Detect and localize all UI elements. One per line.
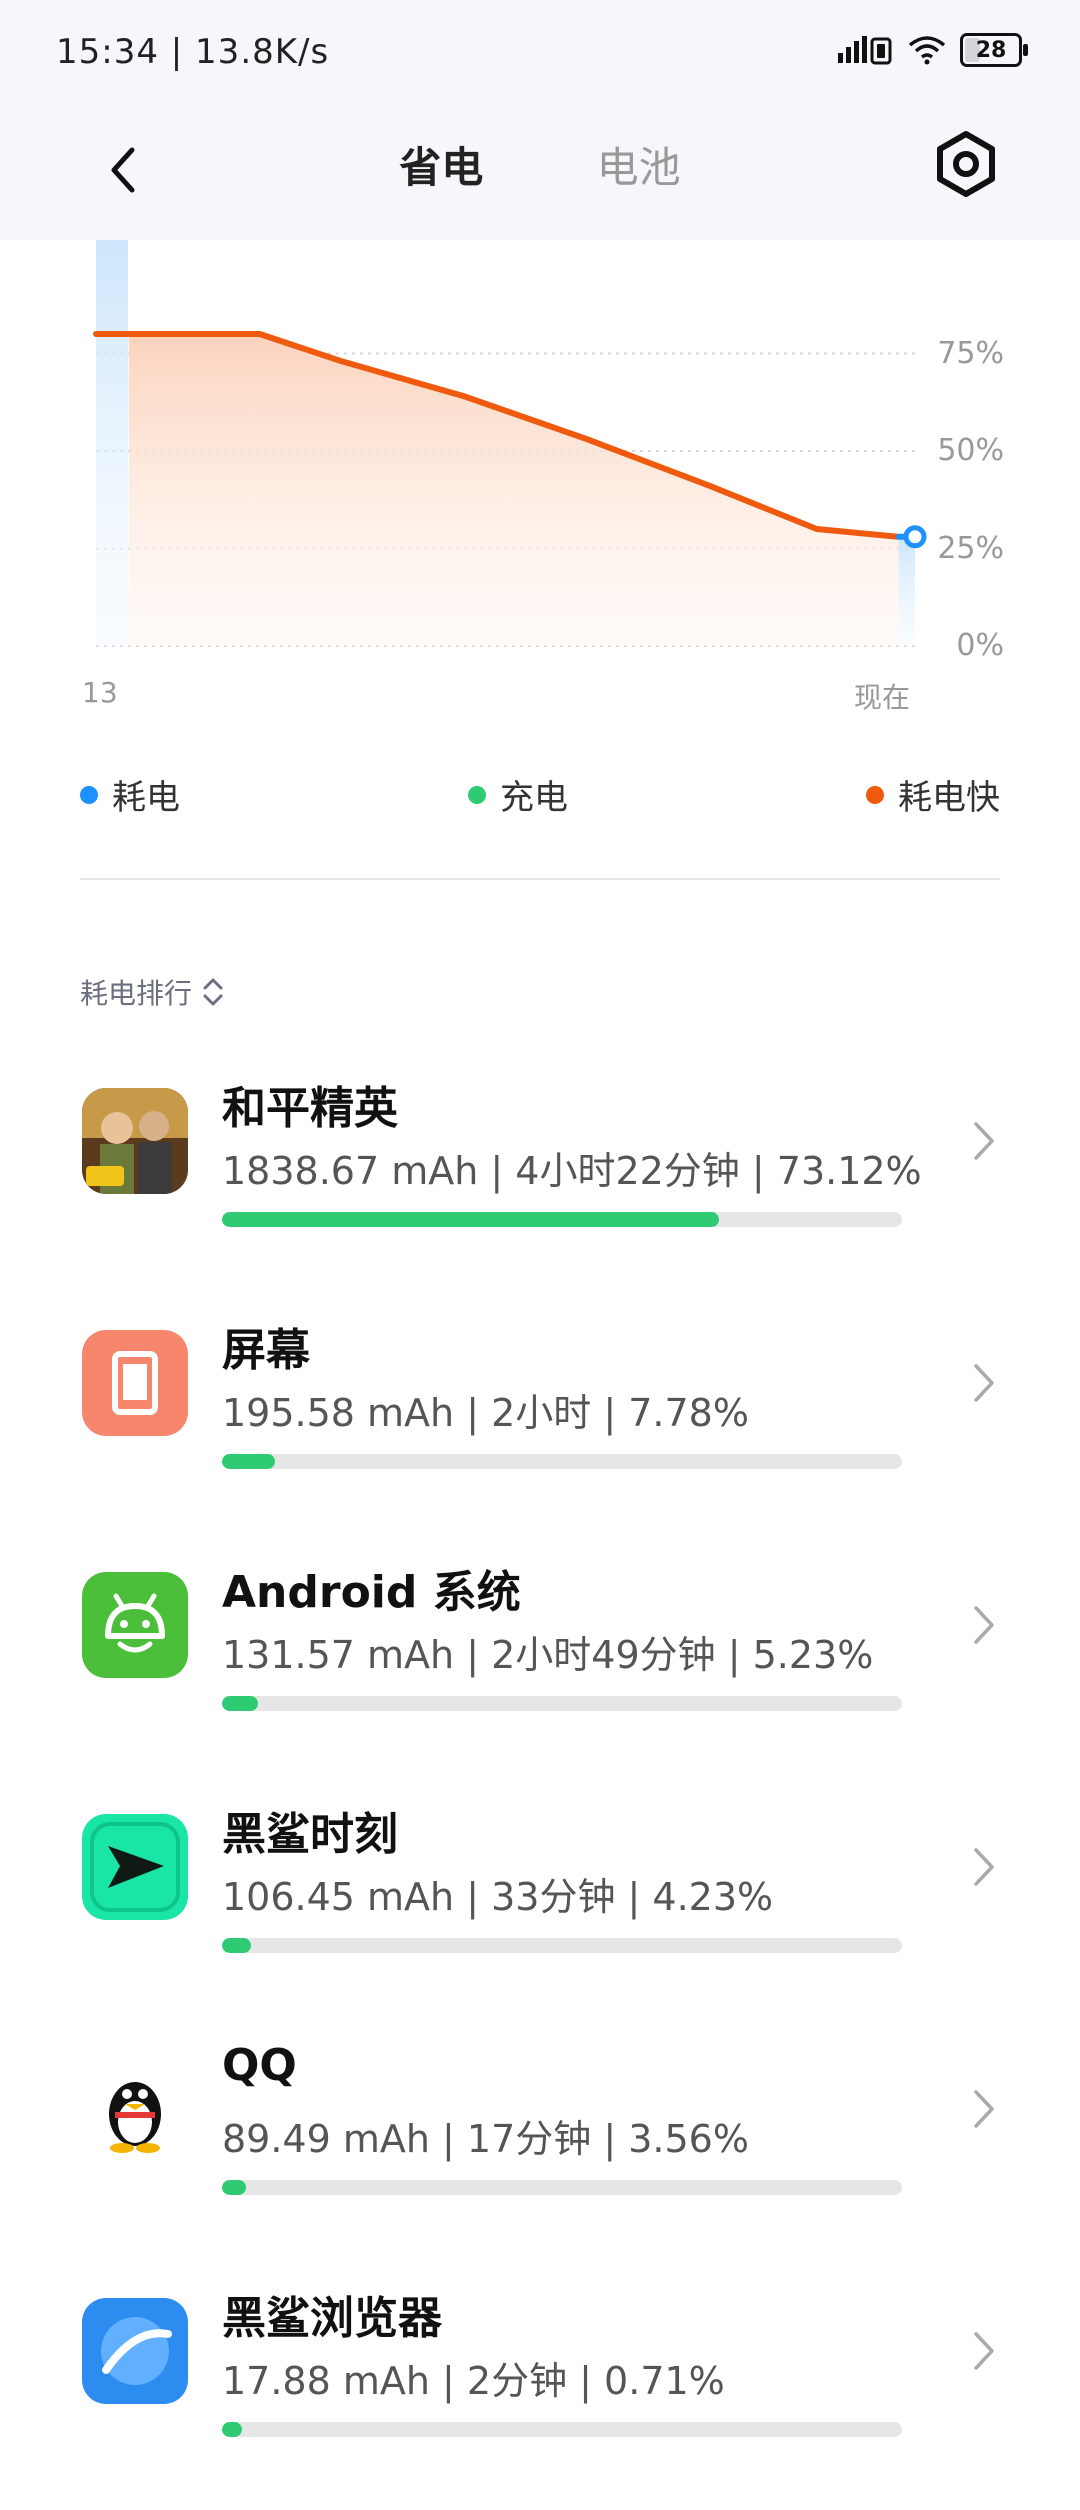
browser-icon bbox=[82, 2298, 188, 2404]
app-name: QQ bbox=[222, 2040, 297, 2091]
app-usage-stats: 89.49 mAh | 17分钟 | 3.56% bbox=[222, 2117, 749, 2161]
legend-item-fast-drain: 耗电快 bbox=[866, 770, 1000, 819]
usage-progress-bar bbox=[222, 1212, 902, 1227]
chart-legend: 耗电 充电 耗电快 bbox=[80, 770, 1000, 820]
status-bar: 15:34 | 13.8K/s 28 bbox=[0, 0, 1080, 100]
app-name: 黑鲨浏览器 bbox=[222, 2293, 442, 2344]
tab-bar: 省电 电池 bbox=[0, 134, 1080, 195]
app-usage-row[interactable]: QQ 89.49 mAh | 17分钟 | 3.56% bbox=[0, 2026, 1080, 2268]
legend-item-drain: 耗电 bbox=[80, 770, 180, 819]
app-usage-stats: 1838.67 mAh | 4小时22分钟 | 73.12% bbox=[222, 1149, 922, 1193]
tab-battery[interactable]: 电池 bbox=[597, 134, 681, 195]
usage-progress-fill bbox=[222, 1212, 720, 1227]
chevron-right-icon bbox=[974, 1848, 994, 1886]
wifi-icon bbox=[908, 36, 946, 65]
app-name: 和平精英 bbox=[222, 1083, 398, 1134]
sort-updown-icon bbox=[203, 978, 223, 1006]
battery-level-chart bbox=[93, 240, 927, 647]
usage-progress-fill bbox=[222, 1696, 258, 1711]
chevron-right-icon bbox=[974, 1122, 994, 1160]
usage-progress-bar bbox=[222, 2180, 902, 2195]
legend-item-charge: 充电 bbox=[468, 770, 568, 819]
app-usage-stats: 195.58 mAh | 2小时 | 7.78% bbox=[222, 1391, 749, 1435]
tab-power-saving[interactable]: 省电 bbox=[399, 134, 483, 195]
legend-label: 充电 bbox=[500, 778, 568, 818]
settings-gear-icon[interactable] bbox=[930, 128, 1002, 200]
y-tick-label: 0% bbox=[956, 628, 1004, 663]
chevron-right-icon bbox=[974, 1364, 994, 1402]
app-name: Android 系统 bbox=[222, 1567, 521, 1618]
ranking-label: 耗电排行 bbox=[80, 977, 193, 1010]
app-usage-row[interactable]: 黑鲨浏览器 17.88 mAh | 2分钟 | 0.71% bbox=[0, 2268, 1080, 2510]
x-tick-start: 13 bbox=[82, 676, 118, 709]
legend-label: 耗电快 bbox=[898, 778, 1000, 818]
y-tick-label: 75% bbox=[937, 335, 1004, 371]
legend-label: 耗电 bbox=[112, 778, 180, 818]
usage-progress-bar bbox=[222, 1454, 902, 1469]
x-tick-now: 现在 bbox=[854, 681, 911, 714]
battery-chart: 75% 50% 25% 0% 13 现在 bbox=[0, 240, 1080, 720]
qq-penguin-icon bbox=[82, 2056, 188, 2162]
app-usage-row[interactable]: 和平精英 1838.67 mAh | 4小时22分钟 | 73.12% bbox=[0, 1058, 1080, 1300]
app-usage-stats: 17.88 mAh | 2分钟 | 0.71% bbox=[222, 2359, 725, 2403]
legend-dot-blue bbox=[80, 785, 98, 804]
usage-progress-fill bbox=[222, 2422, 243, 2437]
app-usage-stats: 131.57 mAh | 2小时49分钟 | 5.23% bbox=[222, 1633, 874, 1677]
usage-progress-bar bbox=[222, 1938, 902, 1953]
app-name: 屏幕 bbox=[222, 1325, 310, 1376]
usage-progress-fill bbox=[222, 1454, 275, 1469]
usage-progress-fill bbox=[222, 2180, 247, 2195]
chevron-right-icon bbox=[974, 2332, 994, 2370]
top-app-bar: 省电 电池 bbox=[0, 100, 1080, 240]
chevron-right-icon bbox=[974, 1606, 994, 1644]
app-usage-row[interactable]: Android 系统 131.57 mAh | 2小时49分钟 | 5.23% bbox=[0, 1542, 1080, 1784]
sort-ranking-toggle[interactable]: 耗电排行 bbox=[80, 972, 226, 1012]
drain-area-right bbox=[898, 536, 915, 646]
current-level-marker bbox=[903, 525, 927, 549]
game-peace-elite-icon bbox=[82, 1088, 188, 1194]
android-icon bbox=[82, 1572, 188, 1678]
usage-progress-bar bbox=[222, 1696, 902, 1711]
legend-dot-orange bbox=[866, 785, 884, 804]
y-tick-label: 50% bbox=[937, 433, 1004, 468]
app-usage-row[interactable]: 黑鲨时刻 106.45 mAh | 33分钟 | 4.23% bbox=[0, 1784, 1080, 2026]
usage-progress-fill bbox=[222, 1938, 251, 1953]
y-tick-label: 25% bbox=[937, 530, 1004, 566]
drain-area-left bbox=[96, 240, 128, 646]
signal-icon bbox=[838, 36, 892, 65]
app-name: 黑鲨时刻 bbox=[222, 1809, 398, 1860]
legend-dot-green bbox=[468, 785, 486, 804]
app-usage-row[interactable]: 屏幕 195.58 mAh | 2小时 | 7.78% bbox=[0, 1300, 1080, 1542]
screen-icon bbox=[82, 1330, 188, 1436]
battery-level: 28 bbox=[975, 37, 1007, 63]
usage-progress-bar bbox=[222, 2422, 902, 2437]
chevron-right-icon bbox=[974, 2090, 994, 2128]
divider bbox=[80, 878, 1000, 880]
blackshark-moment-icon bbox=[82, 1814, 188, 1920]
battery-icon: 28 bbox=[960, 33, 1028, 67]
status-icons: 28 bbox=[838, 30, 1028, 70]
fast-drain-area bbox=[96, 334, 899, 646]
status-time-speed: 15:34 | 13.8K/s bbox=[56, 32, 330, 72]
app-usage-stats: 106.45 mAh | 33分钟 | 4.23% bbox=[222, 1875, 774, 1919]
